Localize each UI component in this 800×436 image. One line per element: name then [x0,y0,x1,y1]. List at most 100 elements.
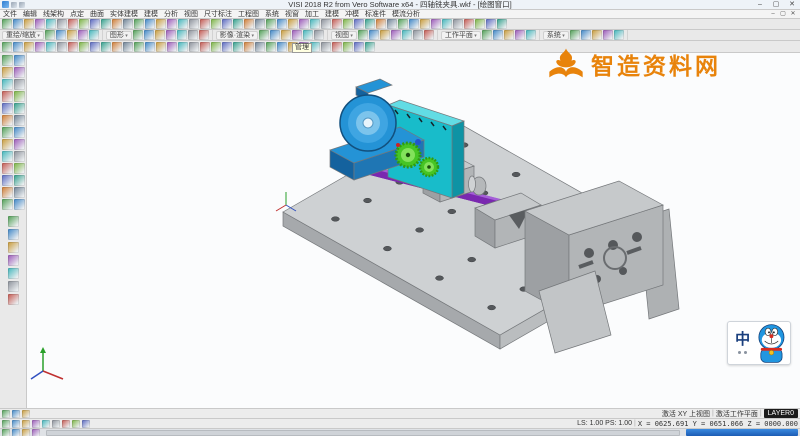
tool-3-icon[interactable] [155,30,165,40]
shell-solid-icon[interactable] [277,42,287,52]
world-cs-icon[interactable] [2,127,13,138]
dynamic-input-icon[interactable] [72,420,80,428]
tool-5-icon[interactable] [177,30,187,40]
top-view-icon[interactable] [57,42,67,52]
orient-view-icon[interactable] [14,151,25,162]
plot-preview-icon[interactable] [57,19,67,29]
toolbar-group-label[interactable]: 图形 [106,31,132,40]
hidden-line-view-icon[interactable] [24,42,34,52]
tool-7-icon[interactable] [424,30,434,40]
mdi-close-button[interactable]: ✕ [788,10,798,19]
transparency-icon[interactable] [8,281,19,292]
tracking-toggle-icon[interactable] [62,420,70,428]
mdi-minimize-button[interactable]: – [768,10,778,19]
rotate-view-icon[interactable] [90,42,100,52]
tool-2-icon[interactable] [493,30,503,40]
show-hide-icon[interactable] [14,175,25,186]
fillet-icon[interactable] [365,19,375,29]
cad-model[interactable] [27,53,800,408]
select-solid-icon[interactable] [14,67,25,78]
tool-2-icon[interactable] [581,30,591,40]
revolve-solid-icon[interactable] [244,42,254,52]
intersection-snap-icon[interactable] [2,115,13,126]
tool-1-icon[interactable] [570,30,580,40]
boolean-intersect-icon[interactable] [222,42,232,52]
create-ellipse-icon[interactable] [288,19,298,29]
tool-1-icon[interactable] [45,30,55,40]
toolbar-group-label[interactable]: 重绘/缩放 [2,31,44,40]
dynamic-pan-icon[interactable] [14,163,25,174]
interference-check-icon[interactable] [343,42,353,52]
tool-1-icon[interactable] [482,30,492,40]
active-view-label[interactable]: 激活 XY 上视图 [662,409,710,419]
measure-distance-icon[interactable] [442,19,452,29]
grid-snap-icon[interactable] [2,91,13,102]
active-workplane-label[interactable]: 激活工作平面 [716,409,758,419]
copy-icon[interactable] [101,19,111,29]
close-button[interactable]: ✕ [784,0,800,10]
tool-6-icon[interactable] [314,30,324,40]
tool-5-icon[interactable] [89,30,99,40]
entity-color-icon[interactable] [8,229,19,240]
polar-toggle-icon[interactable] [52,420,60,428]
select-all-icon[interactable] [145,19,155,29]
select-edge-icon[interactable] [2,67,13,78]
toolbar-group-label[interactable]: 系统 [543,31,569,40]
render-quality-icon[interactable] [8,294,19,305]
menu-item[interactable]: 冲模 [342,10,362,19]
menu-item[interactable]: 标准件 [362,10,389,19]
pan-view-icon[interactable] [189,19,199,29]
group-entities-icon[interactable] [2,199,13,210]
ungroup-entities-icon[interactable] [14,199,25,210]
wireframe-view-icon[interactable] [13,42,23,52]
right-view-icon[interactable] [79,42,89,52]
shaded-view-icon[interactable] [2,42,12,52]
front-view-icon[interactable] [68,42,78,52]
quick-save-icon[interactable] [11,2,17,8]
tool-3-icon[interactable] [281,30,291,40]
redo-icon[interactable] [79,19,89,29]
rotate-icon[interactable] [409,19,419,29]
menu-item[interactable]: 工程图 [235,10,262,19]
cut-icon[interactable] [90,19,100,29]
menu-item[interactable]: 加工 [302,10,322,19]
dynamic-zoom-icon[interactable] [2,175,13,186]
texture-map-icon[interactable] [134,42,144,52]
maximize-button[interactable]: ▢ [768,0,784,10]
open-file-icon[interactable] [13,19,23,29]
loft-solid-icon[interactable] [266,42,276,52]
quick-undo-icon[interactable] [19,2,25,8]
menu-item[interactable]: 曲面 [87,10,107,19]
pattern-array-icon[interactable] [431,19,441,29]
feature-tree-icon[interactable] [189,42,199,52]
create-arc-icon[interactable] [266,19,276,29]
tool-2-icon[interactable] [56,30,66,40]
measure-quick-icon[interactable] [12,429,20,436]
toolbar-group-label[interactable]: 工作平面 [441,31,481,40]
boolean-union-icon[interactable] [200,42,210,52]
refresh-icon[interactable] [211,19,221,29]
menu-item[interactable]: 点定 [67,10,87,19]
tool-3-icon[interactable] [67,30,77,40]
user-cs-icon[interactable] [14,127,25,138]
grid-toggle-icon[interactable] [32,420,40,428]
create-spline-icon[interactable] [299,19,309,29]
select-face-icon[interactable] [14,55,25,66]
mask-entities-icon[interactable] [14,79,25,90]
save-all-icon[interactable] [35,19,45,29]
attribute-manager-icon[interactable] [233,19,243,29]
sweep-solid-icon[interactable] [255,42,265,52]
toolbar-group-label[interactable]: 影像·渲染 [216,31,258,40]
tool-4-icon[interactable] [292,30,302,40]
settings-icon[interactable] [497,19,507,29]
tool-4-icon[interactable] [78,30,88,40]
tool-4-icon[interactable] [515,30,525,40]
ortho-toggle-icon[interactable] [42,420,50,428]
selection-filter-icon[interactable] [134,19,144,29]
rib-tool-icon[interactable] [321,42,331,52]
menu-item[interactable]: 模流分析 [389,10,423,19]
undo-icon[interactable] [68,19,78,29]
history-list-icon[interactable] [12,410,20,418]
hatch-icon[interactable] [475,19,485,29]
entity-properties-icon[interactable] [486,19,496,29]
